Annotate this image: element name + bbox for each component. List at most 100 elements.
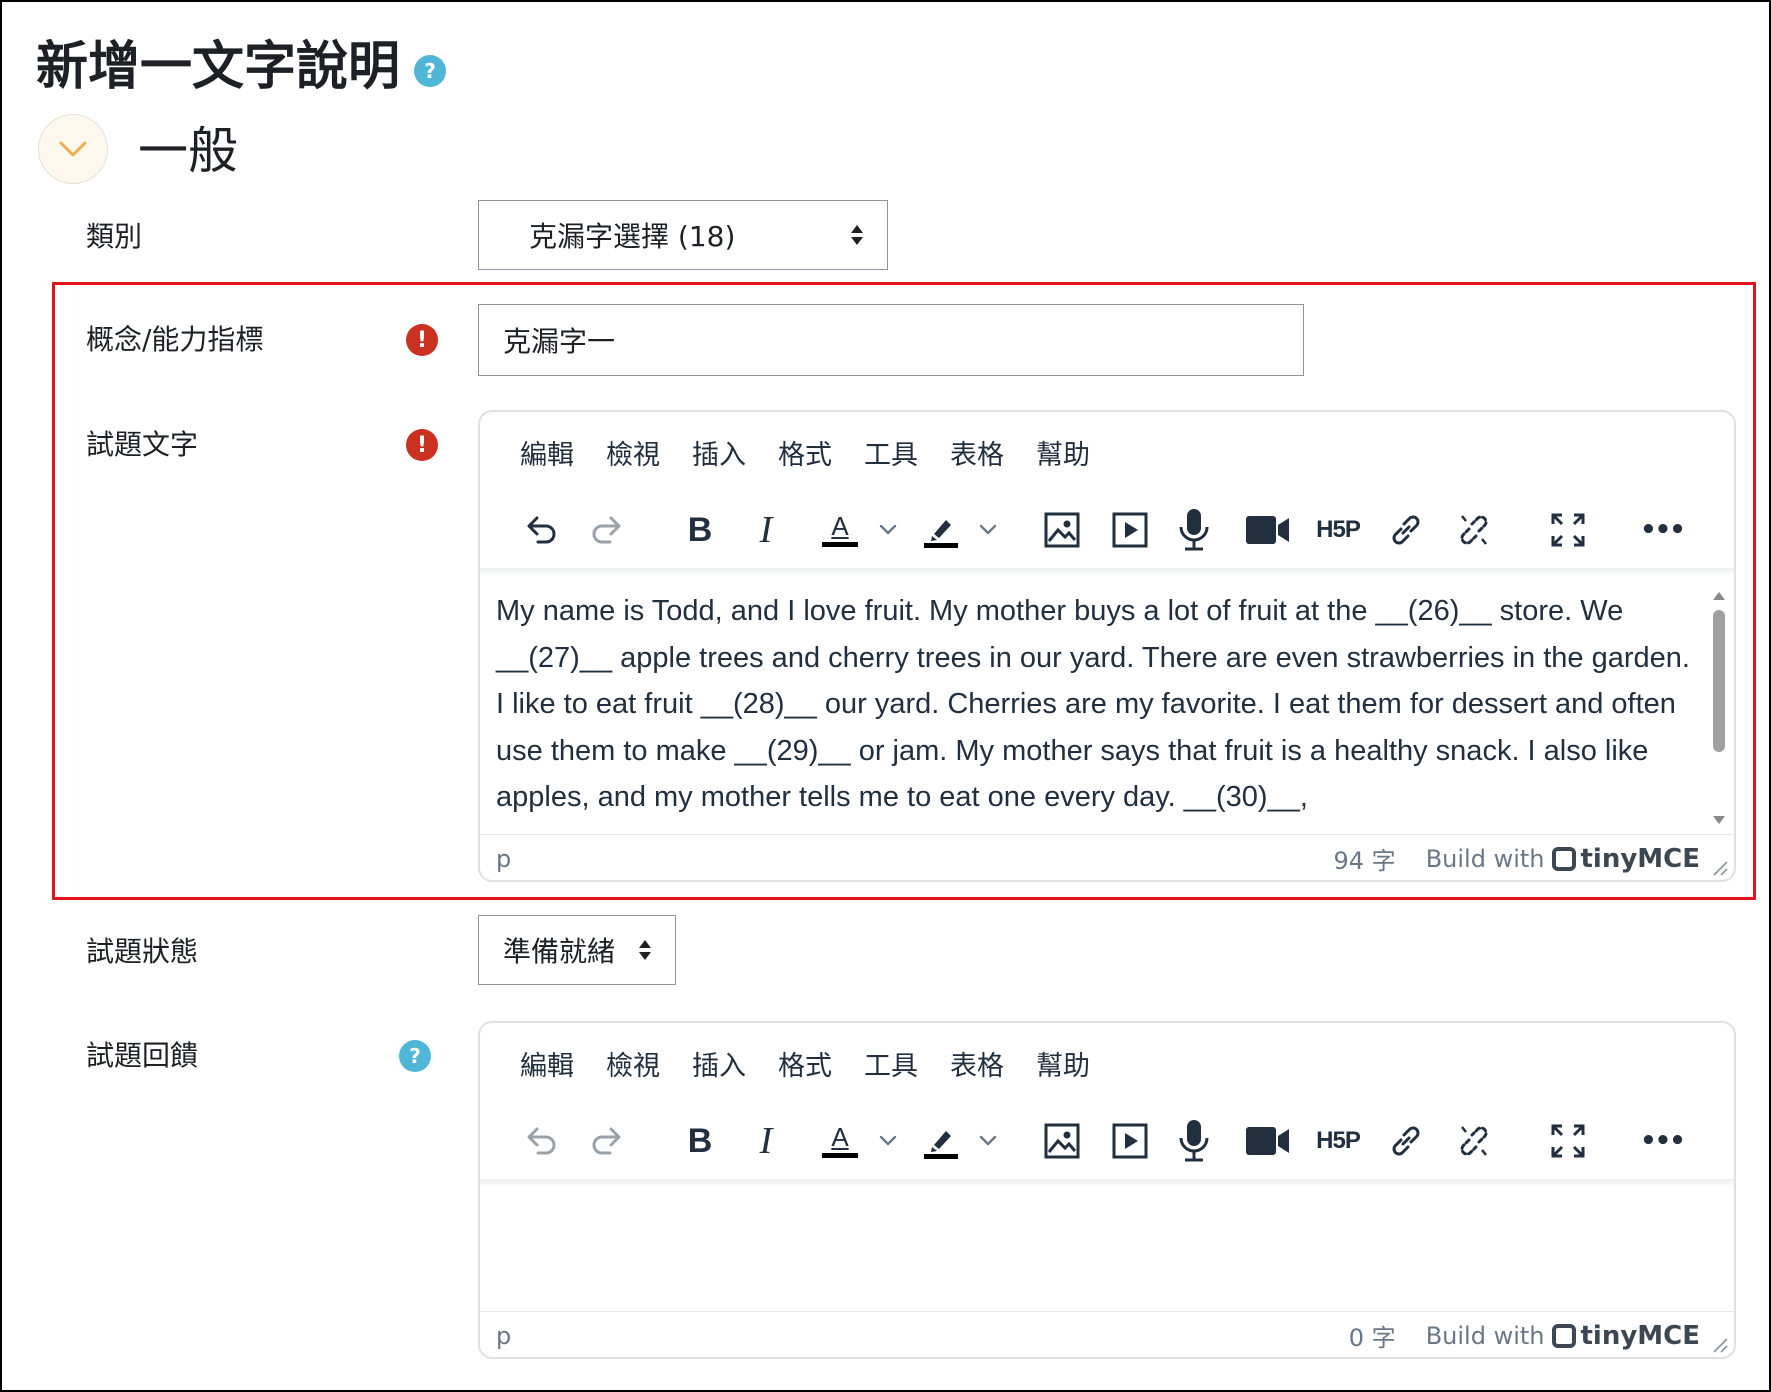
media-button[interactable] xyxy=(1104,492,1156,568)
italic-icon: I xyxy=(759,1120,773,1162)
editor-menubar: 編輯 檢視 插入 格式 工具 表格 幫助 xyxy=(480,1023,1734,1103)
unlink-button[interactable] xyxy=(1448,492,1500,568)
page-title: 新增一文字說明 ? xyxy=(36,32,447,102)
redo-icon xyxy=(588,1121,628,1161)
scroll-up-arrow-icon[interactable] xyxy=(1712,590,1726,602)
tinymce-logo[interactable]: tinyMCE xyxy=(1552,844,1700,874)
editor-statusbar: p 94 字 Build with tinyMCE xyxy=(480,834,1734,880)
undo-button[interactable] xyxy=(514,492,566,568)
link-button[interactable] xyxy=(1380,492,1432,568)
status-right: 94 字 Build with tinyMCE xyxy=(1334,841,1700,876)
menu-item[interactable]: 檢視 xyxy=(606,1044,660,1083)
media-icon xyxy=(1111,511,1149,549)
highlight-color-dropdown[interactable] xyxy=(973,1103,1003,1179)
menu-item[interactable]: 格式 xyxy=(778,433,832,472)
editor-content[interactable]: My name is Todd, and I love fruit. My mo… xyxy=(480,576,1734,820)
menu-item[interactable]: 幫助 xyxy=(1036,433,1090,472)
status-select[interactable]: 準備就緒 xyxy=(478,915,676,985)
concept-input[interactable]: 克漏字一 xyxy=(478,304,1304,376)
resize-handle-icon[interactable] xyxy=(1712,860,1728,876)
highlight-color-button[interactable] xyxy=(914,1103,966,1179)
category-select-value: 克漏字選擇 (18) xyxy=(529,220,736,253)
chevron-down-icon xyxy=(979,524,997,535)
italic-button[interactable]: I xyxy=(740,492,792,568)
concept-label: 概念/能力指標 xyxy=(86,323,264,356)
section-collapse-button[interactable] xyxy=(38,114,108,184)
scrollbar-thumb[interactable] xyxy=(1713,610,1725,752)
link-icon xyxy=(1386,1121,1426,1161)
element-path[interactable]: p xyxy=(496,845,511,873)
editor-statusbar: p 0 字 Build with tinyMCE xyxy=(480,1311,1734,1357)
highlight-color-button[interactable] xyxy=(914,492,966,568)
word-count[interactable]: 0 字 xyxy=(1349,1318,1396,1353)
redo-button[interactable] xyxy=(582,1103,634,1179)
more-icon: ••• xyxy=(1640,1126,1686,1156)
resize-handle-icon[interactable] xyxy=(1712,1337,1728,1353)
question-text-editor: 編輯 檢視 插入 格式 工具 表格 幫助 B I A H5P ••• My name is Todd… xyxy=(478,410,1736,882)
microphone-icon xyxy=(1176,1118,1212,1164)
image-button[interactable] xyxy=(1036,492,1088,568)
video-camera-icon xyxy=(1245,513,1291,547)
editor-menubar: 編輯 檢視 插入 格式 工具 表格 幫助 xyxy=(480,412,1734,492)
more-button[interactable]: ••• xyxy=(1636,492,1688,568)
menu-item[interactable]: 檢視 xyxy=(606,433,660,472)
text-color-dropdown[interactable] xyxy=(873,1103,903,1179)
undo-button[interactable] xyxy=(514,1103,566,1179)
status-label: 試題狀態 xyxy=(86,935,199,968)
unlink-icon xyxy=(1454,510,1494,550)
image-button[interactable] xyxy=(1036,1103,1088,1179)
redo-button[interactable] xyxy=(582,492,634,568)
link-button[interactable] xyxy=(1380,1103,1432,1179)
menu-item[interactable]: 表格 xyxy=(950,433,1004,472)
tinymce-mark-icon xyxy=(1552,1323,1577,1348)
bold-button[interactable]: B xyxy=(674,1103,726,1179)
menu-item[interactable]: 工具 xyxy=(864,433,918,472)
video-camera-icon xyxy=(1245,1124,1291,1158)
text-color-button[interactable]: A xyxy=(814,1103,866,1179)
link-icon xyxy=(1386,510,1426,550)
fullscreen-button[interactable] xyxy=(1542,1103,1594,1179)
tinymce-logo[interactable]: tinyMCE xyxy=(1552,1321,1700,1351)
unlink-button[interactable] xyxy=(1448,1103,1500,1179)
text-color-dropdown[interactable] xyxy=(873,492,903,568)
chevron-down-icon xyxy=(979,1135,997,1146)
menu-item[interactable]: 表格 xyxy=(950,1044,1004,1083)
editor-content[interactable] xyxy=(480,1187,1734,1309)
chevron-down-icon xyxy=(879,524,897,535)
h5p-button[interactable]: H5P xyxy=(1312,1103,1364,1179)
menu-item[interactable]: 格式 xyxy=(778,1044,832,1083)
video-camera-button[interactable] xyxy=(1242,1103,1294,1179)
help-icon[interactable]: ? xyxy=(399,1040,431,1072)
bold-icon: B xyxy=(687,510,713,549)
bold-button[interactable]: B xyxy=(674,492,726,568)
editor-scrollbar[interactable] xyxy=(1712,590,1726,826)
fullscreen-icon xyxy=(1550,1123,1586,1159)
scroll-down-arrow-icon[interactable] xyxy=(1712,814,1726,826)
highlight-color-dropdown[interactable] xyxy=(973,492,1003,568)
tinymce-mark-icon xyxy=(1552,846,1577,871)
menu-item[interactable]: 編輯 xyxy=(520,1044,574,1083)
help-icon[interactable]: ? xyxy=(414,55,447,87)
toolbar-shadow xyxy=(480,1179,1734,1187)
microphone-button[interactable] xyxy=(1168,492,1220,568)
media-button[interactable] xyxy=(1104,1103,1156,1179)
fullscreen-button[interactable] xyxy=(1542,492,1594,568)
tinymce-brand: tinyMCE xyxy=(1580,1320,1700,1351)
video-camera-button[interactable] xyxy=(1242,492,1294,568)
page-title-text: 新增一文字說明 xyxy=(36,37,401,97)
h5p-button[interactable]: H5P xyxy=(1312,492,1364,568)
category-select[interactable]: 克漏字選擇 (18) xyxy=(478,200,888,270)
text-color-icon: A xyxy=(822,1124,858,1158)
toolbar-shadow xyxy=(480,568,1734,576)
menu-item[interactable]: 插入 xyxy=(692,1044,746,1083)
more-button[interactable]: ••• xyxy=(1636,1103,1688,1179)
menu-item[interactable]: 插入 xyxy=(692,433,746,472)
text-color-button[interactable]: A xyxy=(814,492,866,568)
menu-item[interactable]: 編輯 xyxy=(520,433,574,472)
menu-item[interactable]: 幫助 xyxy=(1036,1044,1090,1083)
microphone-button[interactable] xyxy=(1168,1103,1220,1179)
italic-button[interactable]: I xyxy=(740,1103,792,1179)
word-count[interactable]: 94 字 xyxy=(1334,841,1396,876)
element-path[interactable]: p xyxy=(496,1322,511,1350)
menu-item[interactable]: 工具 xyxy=(864,1044,918,1083)
